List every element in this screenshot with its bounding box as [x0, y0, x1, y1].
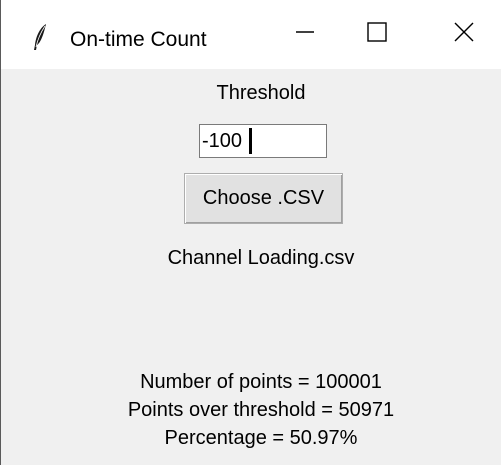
app-window: On-time Count Threshold -100 Choose .CSV…	[0, 0, 501, 465]
close-icon	[453, 21, 475, 48]
threshold-input[interactable]	[199, 124, 327, 158]
feather-icon	[32, 23, 48, 51]
title-bar[interactable]: On-time Count	[1, 0, 501, 69]
text-caret	[249, 128, 252, 154]
selected-file-label: Channel Loading.csv	[167, 247, 355, 269]
maximize-icon	[366, 21, 388, 48]
percentage-text: Percentage = 50.97%	[164, 427, 358, 449]
threshold-label: Threshold	[216, 82, 306, 104]
window-title: On-time Count	[70, 28, 207, 51]
close-button[interactable]	[429, 0, 499, 69]
maximize-button[interactable]	[342, 0, 412, 69]
minimize-button[interactable]	[270, 0, 340, 69]
minimize-icon	[295, 22, 315, 47]
choose-csv-button[interactable]: Choose .CSV	[184, 173, 343, 224]
number-of-points-text: Number of points = 100001	[140, 371, 382, 393]
points-over-threshold-text: Points over threshold = 50971	[127, 399, 395, 421]
results-panel: Number of points = 100001 Points over th…	[1, 368, 501, 452]
